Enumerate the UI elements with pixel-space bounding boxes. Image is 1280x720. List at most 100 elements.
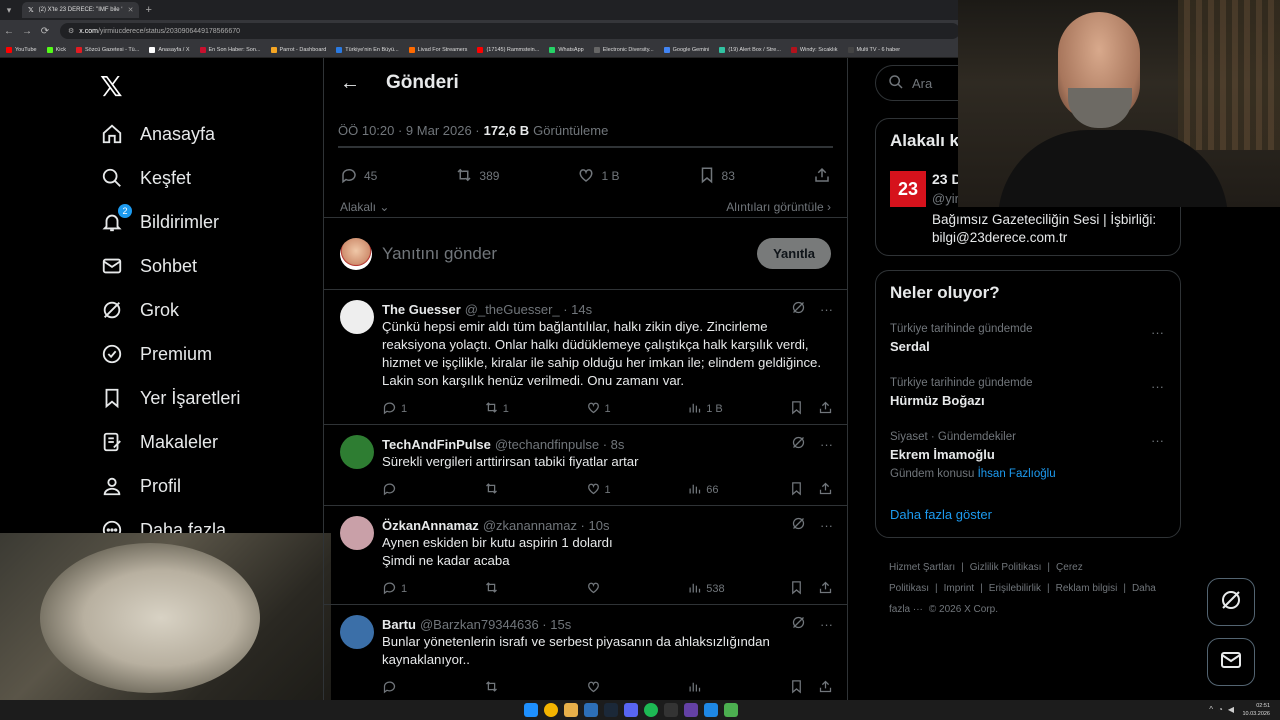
footer-link[interactable]: Hizmet Şartları [889,562,955,573]
reload-icon[interactable]: ⟳ [36,26,54,37]
close-tab-icon[interactable]: ✕ [128,6,134,14]
more-options-icon[interactable]: ··· [820,518,833,533]
sidebar-item-notifications[interactable]: 2 Bildirimler [100,200,240,244]
sort-dropdown[interactable]: Alakalı ⌄ [340,200,389,214]
trend-item[interactable]: Türkiye tarihinde gündemde Serdal ··· [890,323,1170,354]
repost-action[interactable] [484,679,584,697]
share-icon[interactable] [818,481,833,499]
more-options-icon[interactable]: ··· [1151,433,1164,448]
bookmark-item[interactable]: Türkiye'nin En Büyü... [336,46,399,53]
more-options-icon[interactable]: ··· [820,302,833,317]
more-options-icon[interactable]: ··· [1151,325,1164,340]
grok-fab-button[interactable] [1207,578,1255,626]
store-icon[interactable] [584,703,598,717]
trend-item[interactable]: Türkiye tarihinde gündemde Hürmüz Boğazı… [890,377,1170,408]
post-time[interactable]: ÖÖ 10:20 · 9 Mar 2026 · [338,123,480,138]
views-action[interactable]: 66 [687,481,787,499]
repost-action[interactable] [484,580,584,598]
volume-icon[interactable]: ◀ [1228,705,1234,714]
bookmark-item[interactable]: Parrot - Dashboard [270,46,326,53]
reply-tweet[interactable]: ÖzkanAnnamaz @zkanannamaz · 10s Aynen eski… [324,506,847,605]
avatar[interactable] [340,300,374,334]
view-quotes-link[interactable]: Alıntıları görüntüle › [726,200,831,214]
sidebar-item-premium[interactable]: Premium [100,332,240,376]
system-clock[interactable]: 02:51 10.03.2026 [1242,702,1270,718]
share-action[interactable] [813,166,831,187]
avatar[interactable] [340,516,374,550]
discord-icon[interactable] [624,703,638,717]
address-bar[interactable]: ⚙ x.com/yirmiucderece/status/20309064491… [60,23,960,39]
windows-start-icon[interactable] [524,703,538,717]
reply-action[interactable]: 1 [382,580,482,598]
forward-icon[interactable]: → [18,26,36,37]
app-icon[interactable] [684,703,698,717]
reply-action[interactable]: 45 [340,166,377,187]
wifi-icon[interactable]: ◔ [1218,705,1223,714]
reply-tweet[interactable]: The Guesser @_theGuesser_ · 14s Çünkü heps… [324,290,847,425]
reply-tweet[interactable]: Bartu @Barzkan79344636 · 15s Bunlar yönete… [324,605,847,700]
app-icon[interactable] [724,703,738,717]
bookmark-item[interactable]: (19) Alert Box / Stre... [719,46,781,53]
footer-link[interactable]: Gizlilik Politikası [970,562,1042,573]
views-action[interactable]: 1 B [687,400,787,418]
spotify-icon[interactable] [644,703,658,717]
repost-action[interactable]: 1 [484,400,584,418]
back-arrow-icon[interactable]: ← [340,72,360,95]
reply-action[interactable] [382,679,482,697]
tweet-author-name[interactable]: ÖzkanAnnamaz [382,518,479,533]
like-action[interactable] [586,679,686,697]
like-action[interactable]: 1 [586,400,686,418]
site-info-icon[interactable]: ⚙ [68,27,74,35]
reply-button[interactable]: Yanıtla [757,238,831,269]
sidebar-item-grok[interactable]: Grok [100,288,240,332]
like-action[interactable]: 1 B [577,166,620,187]
tweet-author-name[interactable]: The Guesser [382,302,461,317]
bookmark-item[interactable]: WhatsApp [549,46,584,53]
footer-link[interactable]: Erişilebilirlik [989,583,1041,594]
steam-icon[interactable] [604,703,618,717]
avatar[interactable] [340,435,374,469]
app-icon[interactable] [704,703,718,717]
sidebar-item-messages[interactable]: Sohbet [100,244,240,288]
sidebar-item-profile[interactable]: Profil [100,464,240,508]
grok-icon[interactable] [791,435,806,453]
tab-list-icon[interactable]: ▾ [0,5,18,16]
reply-input[interactable]: Yanıtını gönder [382,244,757,264]
sidebar-item-articles[interactable]: Makaleler [100,420,240,464]
avatar[interactable] [340,615,374,649]
bookmark-item[interactable]: Kick [46,46,66,53]
grok-icon[interactable] [791,300,806,318]
share-icon[interactable] [818,580,833,598]
bookmark-icon[interactable] [789,481,804,499]
avatar[interactable] [340,237,372,270]
bookmark-action[interactable]: 83 [698,166,735,187]
footer-link[interactable]: © 2026 X Corp. [929,604,998,615]
bookmark-item[interactable]: Electronic Diversity... [593,46,654,53]
bookmark-item[interactable]: Anasayfa / X [149,46,190,53]
bookmark-item[interactable]: Windy: Sıcaklık [790,46,838,53]
footer-link[interactable]: Reklam bilgisi [1056,583,1118,594]
browser-tab-active[interactable]: 𝕏 (2) X'te 23 DERECE: "IMF bile ‘ ✕ [22,2,140,18]
share-icon[interactable] [818,400,833,418]
bookmark-icon[interactable] [789,400,804,418]
like-action[interactable] [586,580,686,598]
sidebar-item-bookmarks[interactable]: Yer İşaretleri [100,376,240,420]
bookmark-item[interactable]: Livad For Streamers [408,46,467,53]
views-action[interactable] [687,679,787,697]
chevron-up-icon[interactable]: ^ [1209,705,1213,714]
show-more-link[interactable]: Daha fazla göster [890,507,992,522]
app-icon[interactable] [664,703,678,717]
x-logo-icon[interactable]: 𝕏 [100,70,123,103]
grok-icon[interactable] [791,615,806,633]
bookmark-item[interactable]: En Son Haber: Son... [199,46,261,53]
reply-tweet[interactable]: TechAndFinPulse @techandfinpulse · 8s Süre… [324,425,847,506]
repost-action[interactable] [484,481,584,499]
bookmark-item[interactable]: (17145) Rammstein... [477,46,539,53]
messages-fab-button[interactable] [1207,638,1255,686]
bookmark-icon[interactable] [789,679,804,697]
chrome-icon[interactable] [544,703,558,717]
bookmark-item[interactable]: Multi TV - 6 haber [847,46,900,53]
grok-icon[interactable] [791,516,806,534]
bookmark-item[interactable]: YouTube [6,46,37,53]
repost-action[interactable]: 389 [455,166,499,187]
